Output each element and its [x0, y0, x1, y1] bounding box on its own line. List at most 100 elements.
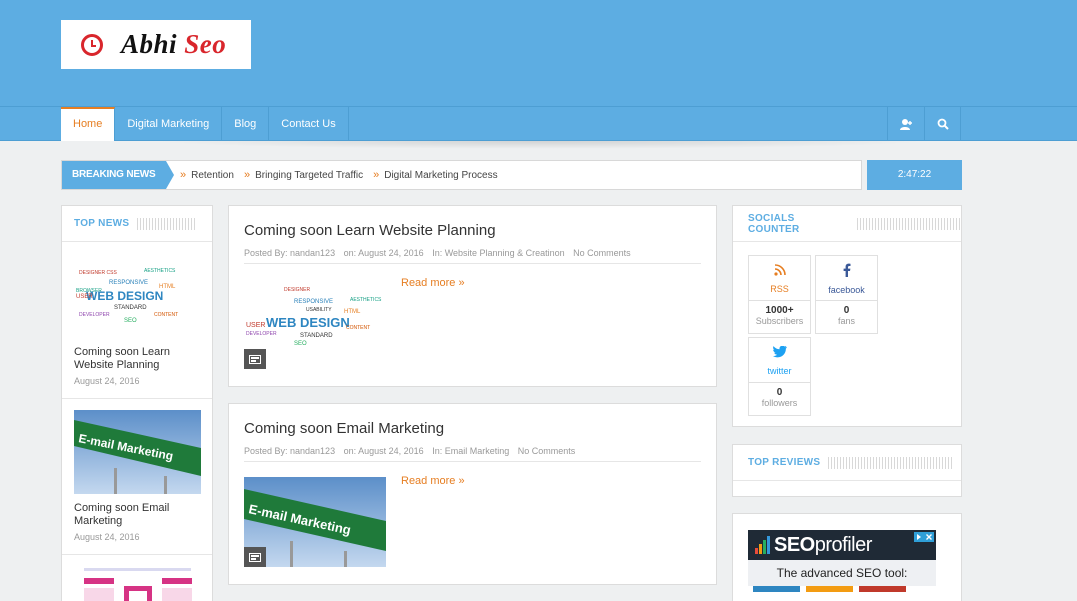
- nav-item-digital-marketing[interactable]: Digital Marketing: [115, 107, 223, 141]
- post-card: Coming soon Learn Website Planning Poste…: [228, 205, 717, 387]
- site-header: Abhi Seo: [0, 0, 1077, 106]
- top-news-item[interactable]: [74, 566, 201, 601]
- facebook-label: facebook: [828, 285, 865, 295]
- news-date: August 24, 2016: [74, 376, 140, 386]
- ad-button[interactable]: [753, 586, 800, 592]
- breaking-news-link[interactable]: Digital Marketing Process: [384, 170, 497, 181]
- svg-text:DESIGNER: DESIGNER: [284, 287, 311, 293]
- clock-icon: [81, 33, 103, 56]
- email-marketing-image: E-mail Marketing: [74, 410, 201, 494]
- user-login-button[interactable]: [887, 107, 924, 141]
- svg-text:CONTENT: CONTENT: [154, 312, 178, 318]
- top-reviews-widget: TOP REVIEWS: [732, 444, 962, 497]
- ad-tagline[interactable]: The advanced SEO tool:: [748, 560, 936, 586]
- svg-text:WEB DESIGN: WEB DESIGN: [266, 315, 350, 330]
- ad-button[interactable]: [859, 586, 906, 592]
- rss-unit: Subscribers: [755, 316, 804, 326]
- news-thumbnail[interactable]: [74, 566, 201, 601]
- bar-chart-icon: [755, 536, 771, 554]
- header-stripes: [828, 456, 953, 469]
- twitter-icon: [772, 345, 787, 358]
- breaking-news-item[interactable]: » Retention: [180, 169, 234, 181]
- svg-text:RESPONSIVE: RESPONSIVE: [109, 280, 148, 286]
- top-news-widget: TOP NEWS DESIGNER CSS RESPONSIVE BROWSER…: [61, 205, 213, 601]
- widget-title: TOP REVIEWS: [748, 457, 821, 468]
- svg-text:SEO: SEO: [124, 318, 137, 324]
- post-date: on: August 24, 2016: [343, 446, 424, 456]
- ad-button[interactable]: [806, 586, 853, 592]
- logo-prefix: Abhi: [121, 29, 178, 59]
- post-title[interactable]: Coming soon Learn Website Planning: [244, 222, 496, 239]
- ad-brand: SEOprofiler: [774, 534, 872, 557]
- ad-info-icon[interactable]: [914, 532, 924, 542]
- facebook-icon: [843, 263, 850, 277]
- chevron-right-icon: »: [180, 169, 187, 181]
- header-stripes: [857, 217, 961, 230]
- picture-icon: [249, 354, 261, 364]
- nav-shadow: [150, 141, 930, 149]
- news-title[interactable]: Coming soon Learn Website Planning: [74, 346, 201, 372]
- logo-text: Abhi Seo: [121, 29, 226, 60]
- image-format-badge: [244, 547, 266, 567]
- widget-header: TOP NEWS: [62, 206, 212, 242]
- twitter-count: 0: [776, 387, 783, 398]
- ad-close-controls[interactable]: [914, 532, 934, 542]
- breaking-news-bar: BREAKING NEWS » Retention » Bringing Targe…: [61, 160, 862, 190]
- top-news-item[interactable]: E-mail Marketing Coming soon Email Marke…: [74, 410, 201, 542]
- site-logo[interactable]: Abhi Seo: [61, 20, 251, 69]
- search-button[interactable]: [924, 107, 961, 141]
- widget-header: TOP REVIEWS: [733, 445, 961, 481]
- breaking-news-item[interactable]: » Digital Marketing Process: [373, 169, 498, 181]
- top-news-item[interactable]: DESIGNER CSS RESPONSIVE BROWSER WEB DESI…: [74, 254, 201, 386]
- divider: [62, 398, 212, 399]
- post-author[interactable]: Posted By: nandan123: [244, 248, 335, 258]
- rss-icon: [773, 264, 786, 276]
- ad-brand-suffix: profiler: [814, 533, 873, 556]
- post-comments[interactable]: No Comments: [573, 248, 631, 258]
- news-title[interactable]: Coming soon Email Marketing: [74, 502, 201, 528]
- ad-buttons: [753, 586, 912, 592]
- nav-item-blog[interactable]: Blog: [222, 107, 270, 141]
- rss-count: 1000+: [765, 305, 794, 316]
- read-more-link[interactable]: Read more »: [401, 277, 465, 289]
- post-title[interactable]: Coming soon Email Marketing: [244, 420, 444, 437]
- breaking-news-link[interactable]: Bringing Targeted Traffic: [255, 170, 363, 181]
- widget-title: SOCIALS COUNTER: [748, 212, 800, 235]
- post-category[interactable]: In: Email Marketing: [432, 446, 509, 456]
- post-card: Coming soon Email Marketing Posted By: n…: [228, 403, 717, 585]
- review-analytics-image: [74, 566, 201, 601]
- nav-item-home[interactable]: Home: [61, 107, 116, 141]
- svg-text:STANDARD: STANDARD: [114, 305, 147, 311]
- close-icon[interactable]: [924, 532, 934, 542]
- news-thumbnail[interactable]: DESIGNER CSS RESPONSIVE BROWSER WEB DESI…: [74, 254, 201, 338]
- main-nav: Home Digital Marketing Blog Contact Us: [0, 106, 1077, 141]
- chevron-right-icon: »: [243, 169, 251, 181]
- rss-counter[interactable]: RSS 1000+ Subscribers: [748, 255, 811, 334]
- post-meta: Posted By: nandan123 on: August 24, 2016…: [244, 248, 637, 258]
- socials-counter-widget: SOCIALS COUNTER RSS 1000+ Subscribers fa…: [732, 205, 962, 427]
- svg-text:USER: USER: [246, 322, 265, 329]
- twitter-unit: followers: [761, 398, 798, 408]
- post-category[interactable]: In: Website Planning & Creatinon: [432, 248, 564, 258]
- nav-item-contact-us[interactable]: Contact Us: [269, 107, 349, 141]
- breaking-news-label: BREAKING NEWS: [62, 161, 174, 189]
- read-more-link[interactable]: Read more »: [401, 475, 465, 487]
- news-thumbnail[interactable]: E-mail Marketing: [74, 410, 201, 494]
- svg-text:CONTENT: CONTENT: [346, 325, 370, 331]
- post-thumbnail[interactable]: DESIGNER RESPONSIVE USABILITY HTML USER …: [244, 279, 386, 369]
- post-date: on: August 24, 2016: [343, 248, 424, 258]
- post-author[interactable]: Posted By: nandan123: [244, 446, 335, 456]
- svg-text:AESTHETICS: AESTHETICS: [350, 297, 382, 303]
- post-thumbnail[interactable]: E-mail Marketing: [244, 477, 386, 567]
- facebook-counter[interactable]: facebook 0 fans: [815, 255, 878, 334]
- twitter-counter[interactable]: twitter 0 followers: [748, 337, 811, 416]
- breaking-news-item[interactable]: » Bringing Targeted Traffic: [244, 169, 363, 181]
- svg-text:WEB DESIGN: WEB DESIGN: [86, 289, 163, 303]
- post-comments[interactable]: No Comments: [518, 446, 576, 456]
- svg-text:STANDARD: STANDARD: [300, 333, 333, 339]
- ad-banner[interactable]: SEOprofiler: [748, 530, 936, 560]
- breaking-news-link[interactable]: Retention: [191, 170, 234, 181]
- rss-label: RSS: [770, 284, 789, 294]
- svg-text:RESPONSIVE: RESPONSIVE: [294, 299, 333, 305]
- divider: [62, 554, 212, 555]
